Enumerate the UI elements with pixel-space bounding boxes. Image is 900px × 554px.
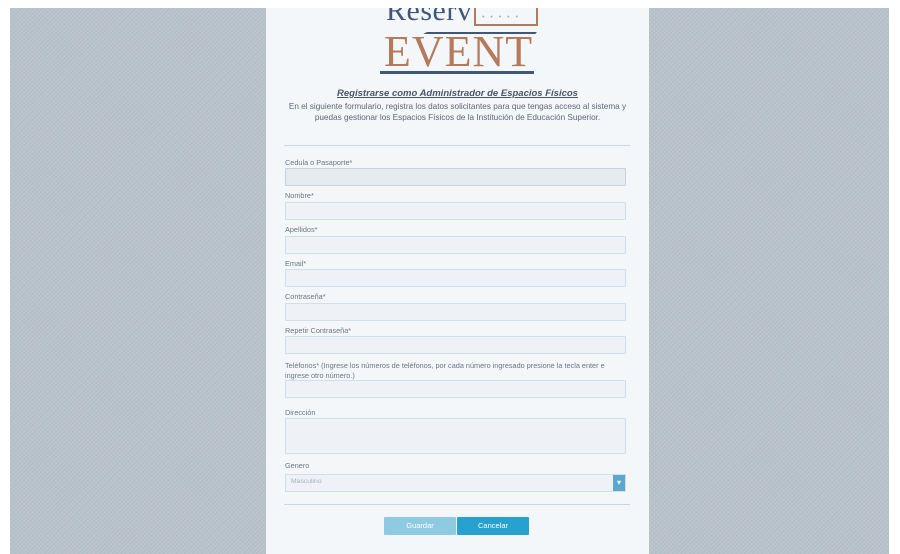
reservevent-logo: • • • • • Reserv EVENT [380, 8, 549, 78]
logo-text-reserv: Reserv [386, 8, 473, 27]
cedula-input[interactable] [285, 168, 626, 186]
divider [284, 145, 630, 146]
nombre-label: Nombre* [285, 191, 314, 200]
cedula-label: Cedula o Pasaporte* [285, 158, 353, 167]
guardar-button[interactable]: Guardar [384, 517, 456, 535]
page-description: En el siguiente formulario, registra los… [288, 102, 627, 122]
contrasena-input[interactable] [285, 303, 626, 321]
genero-select[interactable]: Masculino ▾ [285, 474, 626, 492]
divider-bottom [284, 504, 630, 505]
chevron-down-icon[interactable]: ▾ [613, 475, 625, 491]
page-title: Registrarse como Administrador de Espaci… [337, 88, 578, 99]
nombre-input[interactable] [285, 202, 626, 220]
email-input[interactable] [285, 269, 626, 287]
genero-label: Genero [285, 461, 310, 470]
apellidos-input[interactable] [285, 236, 626, 254]
email-label: Email* [285, 259, 307, 268]
apellidos-label: Apellidos* [285, 225, 318, 234]
logo-underline [380, 71, 534, 74]
repetir-contrasena-label: Repetir Contraseña* [285, 326, 352, 335]
cancelar-button[interactable]: Cancelar [457, 517, 529, 535]
genero-selected-value: Masculino [291, 478, 322, 485]
contrasena-label: Contraseña* [285, 292, 326, 301]
telefonos-label: Teléfonos* (Ingrese los números de teléf… [285, 361, 605, 380]
telefonos-input[interactable] [285, 380, 626, 398]
registration-panel: • • • • • Reserv EVENT Registrarse como … [266, 8, 649, 554]
direccion-label: Dirección [285, 408, 316, 417]
direccion-textarea[interactable] [285, 418, 626, 454]
repetir-contrasena-input[interactable] [285, 336, 626, 354]
logo-text-event: EVENT [384, 27, 534, 76]
